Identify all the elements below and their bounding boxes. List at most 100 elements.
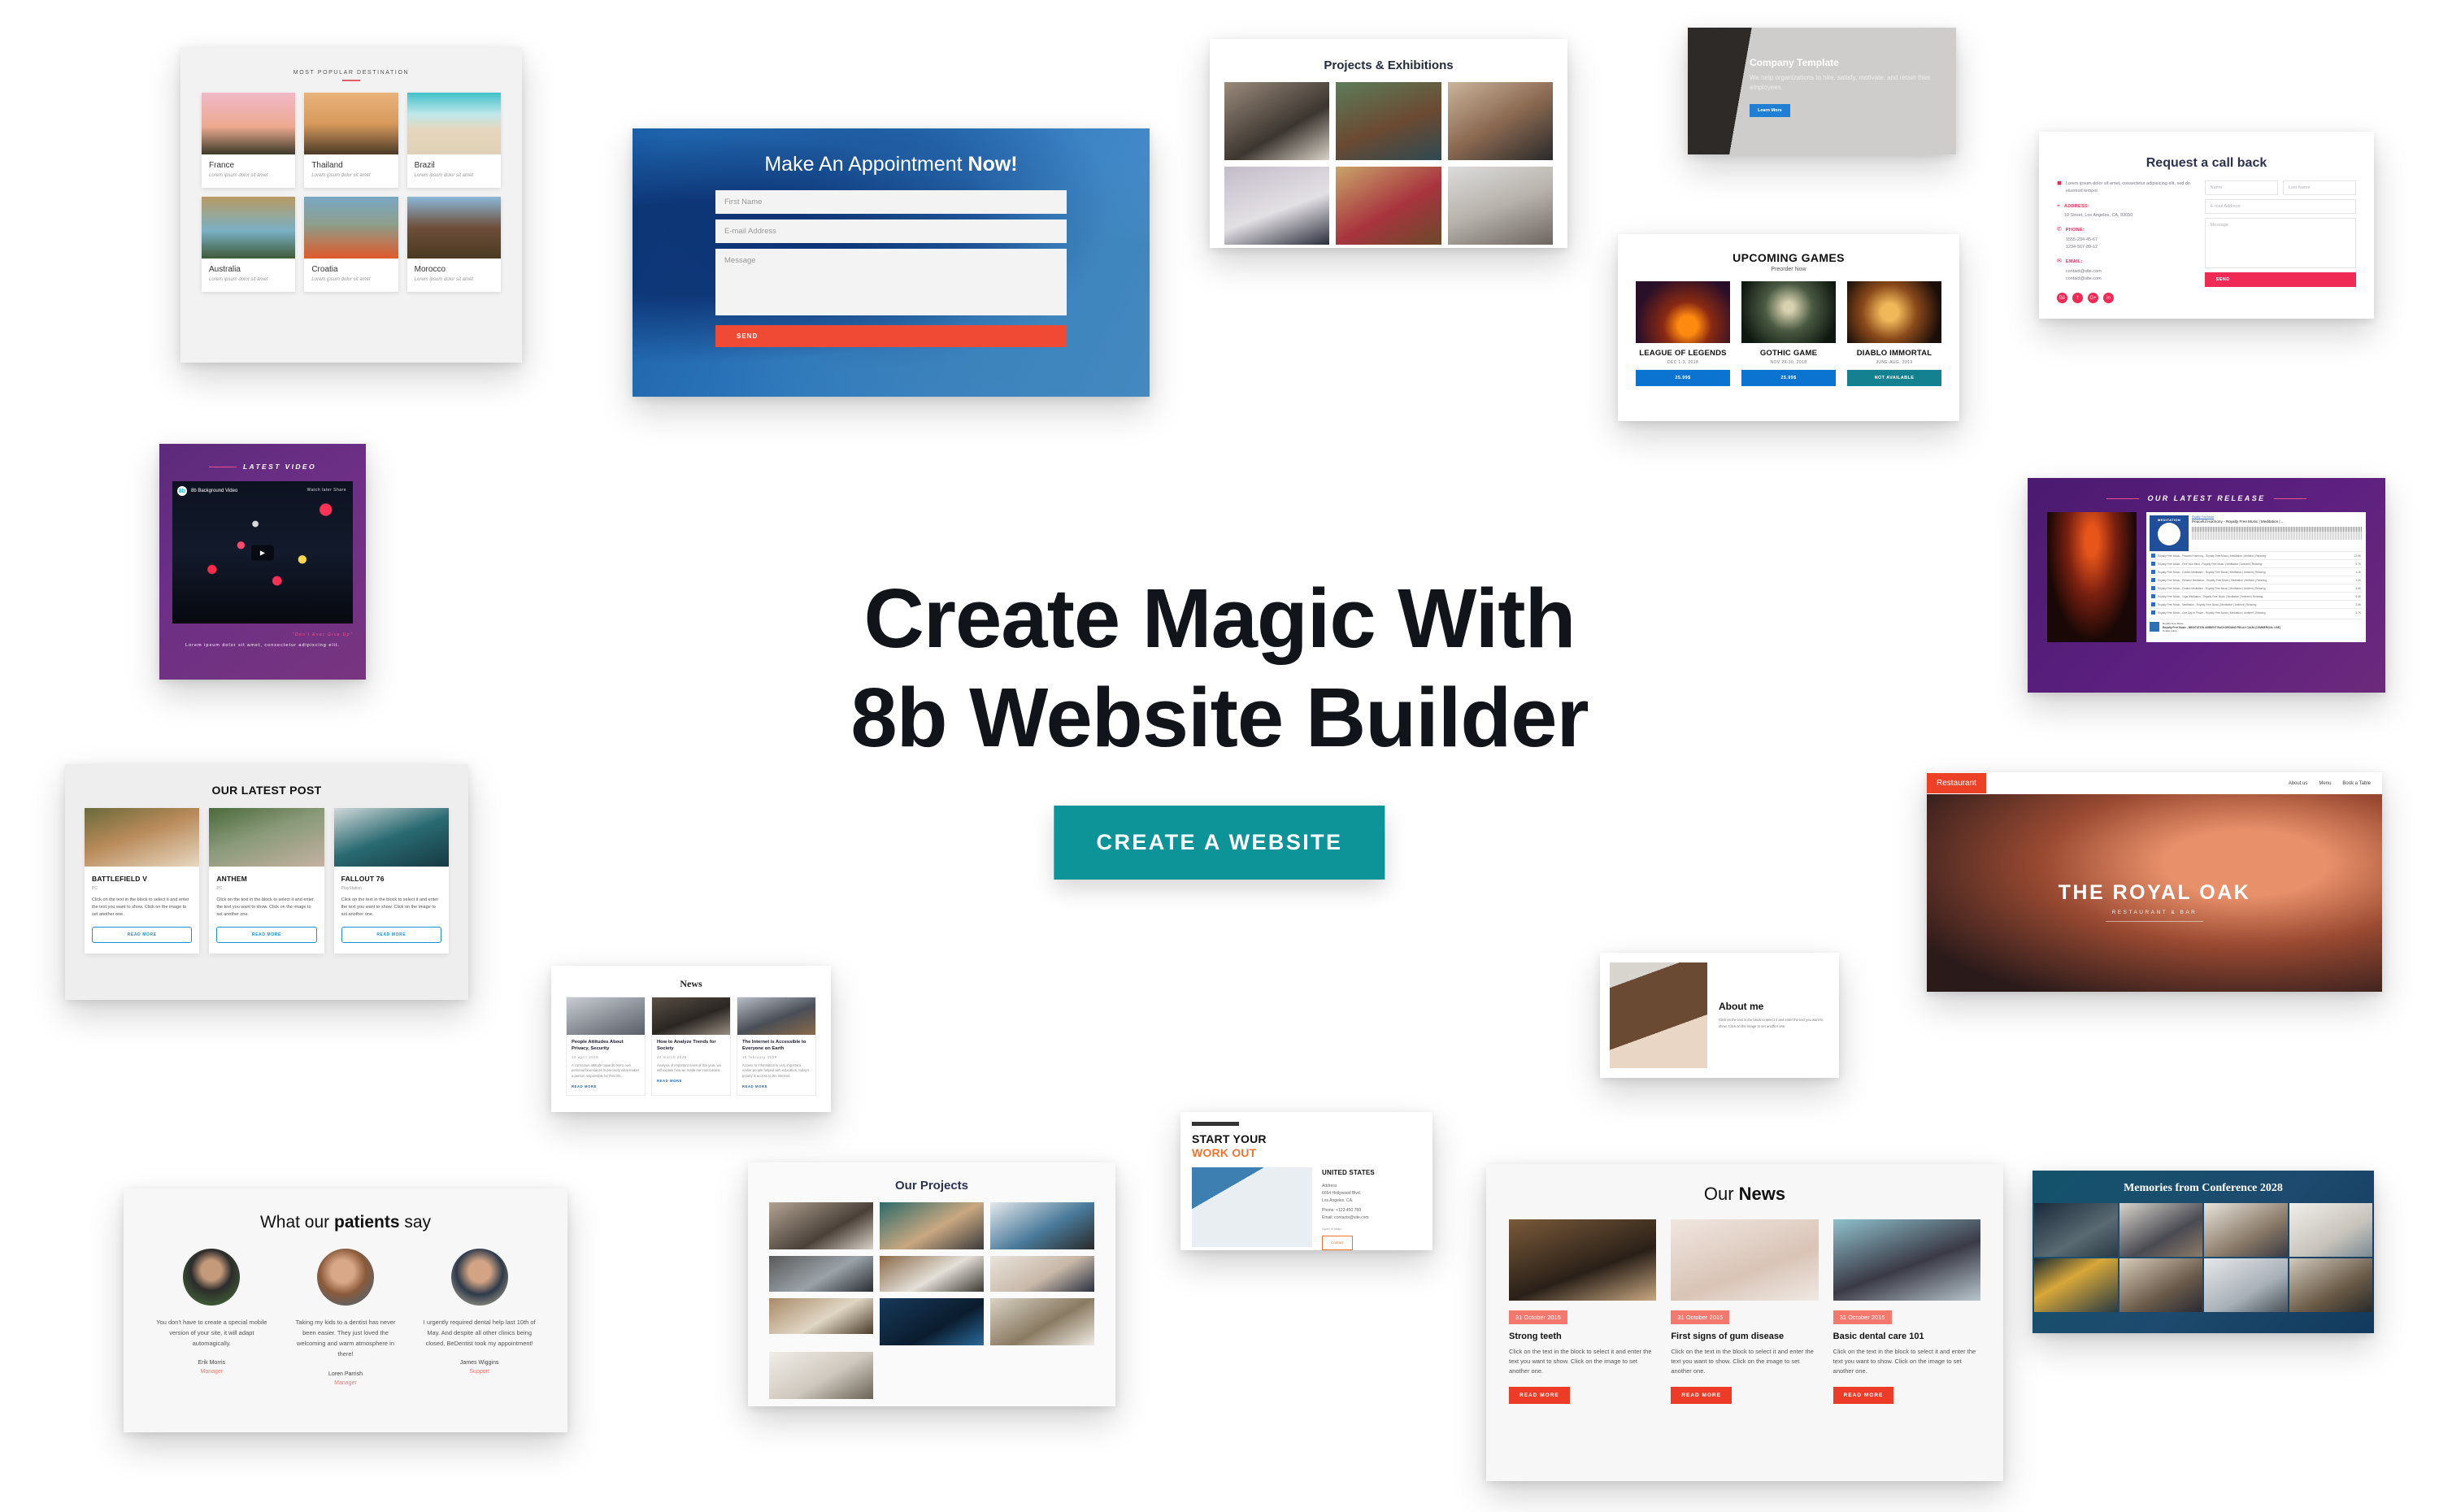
learn-more-button[interactable]: Learn More: [1750, 103, 1790, 117]
send-button[interactable]: SEND: [715, 325, 1067, 347]
read-more-link[interactable]: READ MORE: [572, 1084, 640, 1088]
news-title: News: [680, 978, 702, 989]
track-row[interactable]: Royalty Free Music - Peaceful Harmony - …: [2150, 551, 2363, 559]
game-buy-button[interactable]: NOT AVAILABLE: [1847, 370, 1941, 386]
read-more-button[interactable]: READ MORE: [92, 927, 193, 944]
name-input[interactable]: Name: [2204, 180, 2278, 195]
post-title: ANTHEM: [216, 875, 247, 883]
send-button[interactable]: SEND: [2204, 272, 2356, 287]
track-row[interactable]: Royalty Free Music - Chakra Meditation -…: [2150, 584, 2363, 592]
open-in-map-link[interactable]: Open in Map ›: [1322, 1226, 1421, 1232]
email-label: EMAIL:: [2065, 259, 2083, 265]
template-card-destinations[interactable]: MOST POPULAR DESTINATION France Lorem ip…: [180, 47, 522, 363]
template-card-conference[interactable]: Memories from Conference 2028: [2032, 1171, 2374, 1333]
track-row[interactable]: Royalty Free Music - Free Your Mind - Ro…: [2150, 559, 2363, 567]
facebook-icon[interactable]: f: [2072, 293, 2083, 304]
video-player[interactable]: 8b 8b Background Video Watch later Share…: [172, 481, 353, 623]
video-controls[interactable]: Watch later Share: [307, 488, 346, 493]
news-item[interactable]: How to Analyze Trends for Society 23 mar…: [651, 997, 731, 1096]
cookie-policy-link[interactable]: Cookie policy: [2163, 629, 2177, 632]
template-card-exhibitions[interactable]: Projects & Exhibitions: [1210, 39, 1567, 248]
our-news-image: [1671, 1219, 1819, 1301]
template-card-games[interactable]: UPCOMING GAMES Preorder Now LEAGUE OF LE…: [1618, 234, 1959, 421]
track-name: Royalty Free Music - Meditation - Royalt…: [2158, 602, 2257, 606]
our-news-item-title: Strong teeth: [1509, 1332, 1562, 1341]
post-item[interactable]: FALLOUT 76 PlayStation Click on the text…: [333, 808, 449, 954]
play-icon[interactable]: ▶: [251, 545, 274, 560]
restaurant-brand[interactable]: Restaurant: [1927, 773, 1986, 793]
template-card-about-me[interactable]: About me Click on the text in the block …: [1600, 953, 1839, 1078]
template-card-latest-release[interactable]: OUR LATEST RELEASE MEDITATION Royalty Fr…: [2028, 478, 2385, 693]
track-row[interactable]: Royalty Free Music - Meditation - Royalt…: [2150, 600, 2363, 608]
track-icon: [2151, 570, 2155, 574]
destination-item[interactable]: Thailand Lorem ipsum dolor sit amet: [304, 93, 398, 188]
message-textarea[interactable]: Message: [715, 249, 1067, 315]
our-news-item[interactable]: 31 October 2015 Strong teeth Click on th…: [1509, 1219, 1657, 1404]
post-item[interactable]: ANTHEM PC Click on the text in the block…: [209, 808, 324, 954]
track-row[interactable]: Royalty Free Music - Yoga Meditation - R…: [2150, 592, 2363, 600]
game-name: DIABLO IMMORTAL: [1856, 349, 1933, 358]
template-card-appointment[interactable]: Make An Appointment Now! First Name E-ma…: [633, 128, 1150, 397]
destination-item[interactable]: Morocco Lorem ipsum dolor sit amet: [406, 197, 501, 292]
template-card-video[interactable]: LATEST VIDEO 8b 8b Background Video Watc…: [159, 444, 366, 680]
track-row[interactable]: Royalty Free Music - Relaxed Meditation …: [2150, 576, 2363, 584]
testimonial-item[interactable]: You don't have to create a special mobil…: [154, 1249, 269, 1386]
destination-item[interactable]: France Lorem ipsum dolor sit amet: [202, 93, 296, 188]
destination-item[interactable]: Croatia Lorem ipsum dolor sit amet: [304, 197, 398, 292]
template-card-testimonials[interactable]: What our patients say You don't have to …: [124, 1188, 567, 1432]
template-card-restaurant[interactable]: Restaurant About us Menu Book a Table TH…: [1927, 772, 2382, 992]
news-item[interactable]: People Attitudes About Privacy, Security…: [566, 997, 646, 1096]
track-row[interactable]: Royalty Free Music - One Day In Peace - …: [2150, 608, 2363, 616]
template-card-latest-post[interactable]: OUR LATEST POST BATTLEFIELD V PC Click o…: [65, 764, 468, 1000]
template-card-news[interactable]: News People Attitudes About Privacy, Sec…: [551, 966, 831, 1112]
read-more-button[interactable]: READ MORE: [341, 927, 441, 944]
game-buy-button[interactable]: 25.99$: [1741, 370, 1836, 386]
nav-item-about-us[interactable]: About us: [2289, 781, 2308, 786]
read-more-link[interactable]: READ MORE: [657, 1079, 725, 1083]
game-item[interactable]: GOTHIC GAME NOV 29-30, 2018 25.99$: [1741, 281, 1836, 386]
read-more-button[interactable]: READ MORE: [216, 927, 317, 944]
contact-button[interactable]: Contact: [1322, 1235, 1353, 1250]
game-item[interactable]: DIABLO IMMORTAL JUNE-AUG, 2019 NOT AVAIL…: [1847, 281, 1941, 386]
track-artist[interactable]: Royalty Free Music: [2192, 515, 2363, 519]
destination-item[interactable]: Australia Lorem ipsum dolor sit amet: [202, 197, 296, 292]
video-title: LATEST VIDEO: [242, 463, 317, 471]
email-input[interactable]: E-mail Address: [2204, 199, 2356, 214]
nav-item-menu[interactable]: Menu: [2319, 781, 2331, 786]
last-name-input[interactable]: Last Name: [2282, 180, 2356, 195]
waveform[interactable]: [2192, 527, 2363, 540]
testimonial-item[interactable]: I urgently required dental help last 10t…: [422, 1249, 537, 1386]
game-item[interactable]: LEAGUE OF LEGENDS DEC 1-3, 2018 25.99$: [1636, 281, 1730, 386]
google-plus-icon[interactable]: G+: [2088, 293, 2098, 304]
news-item[interactable]: The Internet is Accessible to Everyone o…: [737, 997, 816, 1096]
template-card-workout[interactable]: START YOUR WORK OUT UNITED STATES Addres…: [1180, 1112, 1433, 1250]
read-more-link[interactable]: READ MORE: [742, 1084, 811, 1088]
linkedin-icon[interactable]: in: [2103, 293, 2114, 304]
template-card-our-news[interactable]: Our News 31 October 2015 Strong teeth Cl…: [1486, 1164, 2003, 1481]
track-row[interactable]: Royalty Free Music - Guided Meditation -…: [2150, 567, 2363, 576]
nav-item-book-a-table[interactable]: Book a Table: [2342, 781, 2371, 786]
post-image: [209, 808, 324, 867]
template-card-callback[interactable]: Request a call back ◼ Lorem ipsum dolor …: [2039, 132, 2374, 319]
testimonial-quote: I urgently required dental help last 10t…: [423, 1319, 536, 1348]
game-image: [1636, 281, 1730, 343]
read-more-button[interactable]: READ MORE: [1509, 1387, 1570, 1404]
soundcloud-embed[interactable]: MEDITATION Royalty Free Music Peaceful H…: [2146, 512, 2366, 642]
first-name-input[interactable]: First Name: [715, 190, 1067, 214]
destination-subtitle: Lorem ipsum dolor sit amet: [311, 173, 371, 178]
destination-item[interactable]: Brazil Lorem ipsum dolor sit amet: [406, 93, 501, 188]
post-item[interactable]: BATTLEFIELD V PC Click on the text in th…: [85, 808, 200, 954]
game-buy-button[interactable]: 25.99$: [1636, 370, 1730, 386]
read-more-button[interactable]: READ MORE: [1671, 1387, 1733, 1404]
create-a-website-button[interactable]: CREATE A WEBSITE: [1054, 806, 1385, 880]
testimonial-item[interactable]: Taking my kids to a dentist has never be…: [289, 1249, 403, 1386]
read-more-button[interactable]: READ MORE: [1833, 1387, 1894, 1404]
message-textarea[interactable]: Message: [2204, 218, 2356, 268]
our-news-item[interactable]: 31 October 2015 Basic dental care 101 Cl…: [1833, 1219, 1980, 1404]
email-input[interactable]: E-mail Address: [715, 219, 1067, 243]
template-card-projects[interactable]: Our Projects: [748, 1162, 1115, 1406]
our-news-item[interactable]: 31 October 2015 First signs of gum disea…: [1671, 1219, 1819, 1404]
about-me-title: About me: [1719, 1001, 1764, 1013]
behance-icon[interactable]: Bē: [2057, 293, 2067, 304]
template-card-company[interactable]: Company Template We help organizations t…: [1688, 28, 1956, 154]
